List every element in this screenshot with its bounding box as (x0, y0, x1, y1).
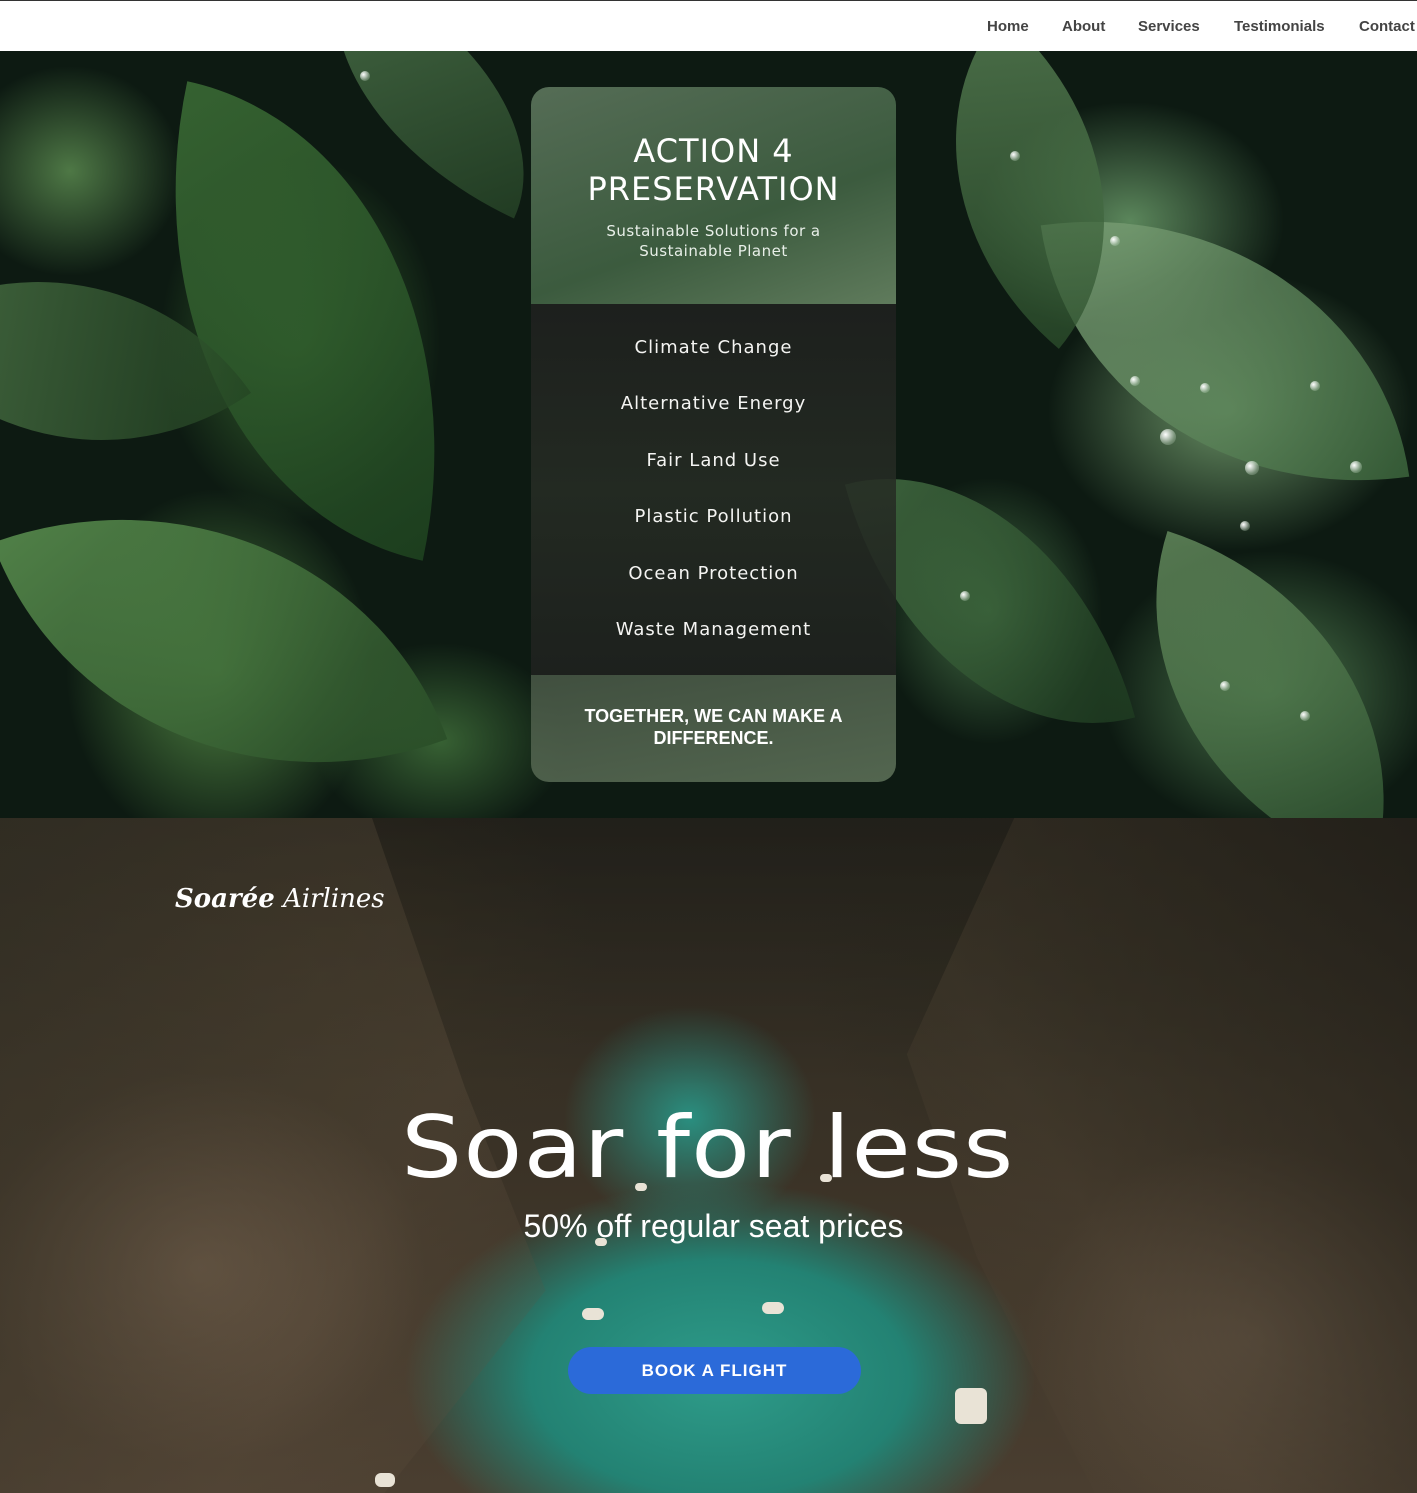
water-drop (1310, 381, 1320, 391)
water-drop (1300, 711, 1310, 721)
card-header: ACTION 4 PRESERVATION Sustainable Soluti… (531, 87, 896, 304)
water-drop (1010, 151, 1020, 161)
boat (955, 1388, 987, 1424)
airline-logo[interactable]: Soarée Airlines (175, 884, 385, 914)
water-drop (1110, 236, 1120, 246)
topic-item[interactable]: Climate Change (531, 336, 896, 392)
water-drop (1130, 376, 1140, 386)
card-topics: Climate Change Alternative Energy Fair L… (531, 304, 896, 675)
boat (582, 1308, 604, 1320)
water-drop (1350, 461, 1362, 473)
nav-link-home[interactable]: Home (987, 18, 1029, 35)
leaf-background-shape (1087, 531, 1417, 818)
topic-item[interactable]: Plastic Pollution (531, 505, 896, 561)
water-drop (1160, 429, 1176, 445)
water-drop (1240, 521, 1250, 531)
water-drop (1200, 383, 1210, 393)
nav-link-services[interactable]: Services (1138, 18, 1200, 35)
water-drop (1220, 681, 1230, 691)
preservation-section: ACTION 4 PRESERVATION Sustainable Soluti… (0, 51, 1417, 818)
nav-link-testimonials[interactable]: Testimonials (1234, 18, 1325, 35)
preservation-card: ACTION 4 PRESERVATION Sustainable Soluti… (531, 87, 896, 782)
card-subtitle: Sustainable Solutions for a Sustainable … (606, 222, 821, 260)
water-drop (1245, 461, 1259, 475)
card-title: ACTION 4 PRESERVATION (587, 132, 840, 208)
hero-subtitle: 50% off regular seat prices (523, 1208, 904, 1244)
boat (375, 1473, 395, 1487)
nav-link-contact[interactable]: Contact (1359, 18, 1415, 35)
hero-title: Soar for less (401, 1098, 1015, 1198)
top-navigation: Home About Services Testimonials Contact (0, 0, 1417, 51)
book-flight-button[interactable]: BOOK A FLIGHT (568, 1347, 861, 1394)
boat (762, 1302, 784, 1314)
nav-link-about[interactable]: About (1062, 18, 1105, 35)
card-footer: TOGETHER, WE CAN MAKE A DIFFERENCE. (531, 675, 896, 782)
airline-promo-section: Soarée Airlines Soar for less 50% off re… (0, 818, 1417, 1493)
topic-list: Climate Change Alternative Energy Fair L… (531, 336, 896, 674)
nav-links: Home About Services Testimonials Contact (0, 18, 1417, 38)
topic-item[interactable]: Fair Land Use (531, 449, 896, 505)
topic-item[interactable]: Waste Management (531, 618, 896, 674)
water-drop (360, 71, 370, 81)
water-drop (960, 591, 970, 601)
airline-logo-suffix: Airlines (283, 884, 385, 914)
topic-item[interactable]: Alternative Energy (531, 392, 896, 448)
airline-logo-name: Soarée (175, 884, 275, 914)
topic-item[interactable]: Ocean Protection (531, 562, 896, 618)
card-tagline: TOGETHER, WE CAN MAKE A DIFFERENCE. (584, 706, 843, 748)
